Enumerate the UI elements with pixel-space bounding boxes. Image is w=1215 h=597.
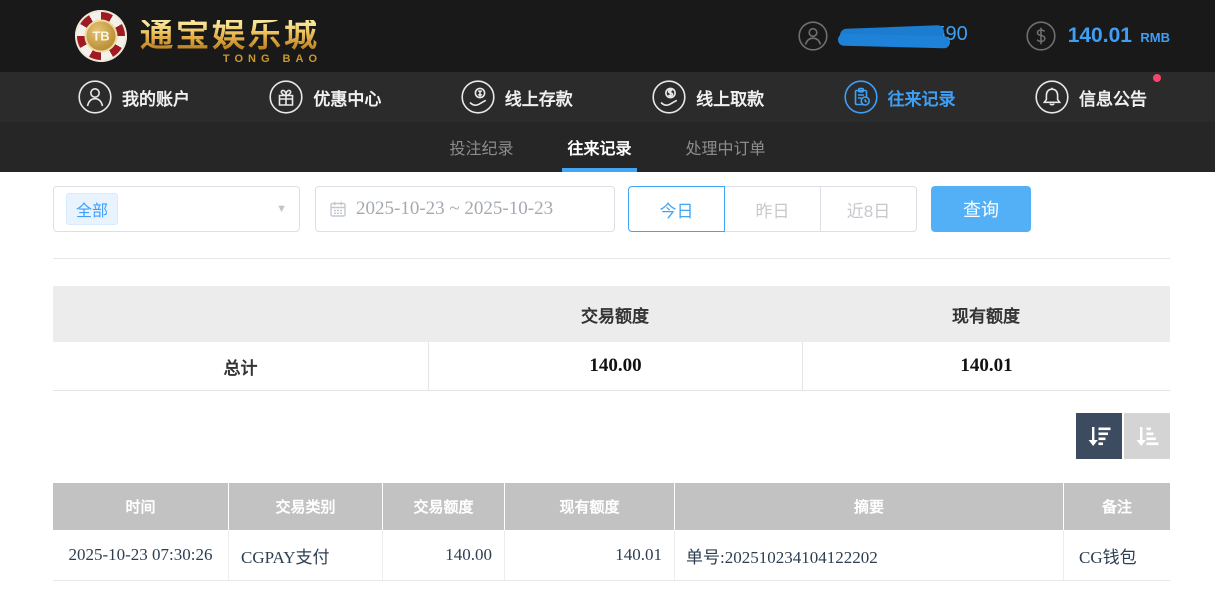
records-header-time: 时间: [53, 483, 228, 530]
nav-label: 信息公告: [1079, 85, 1147, 110]
nav-label: 线上取款: [696, 85, 764, 110]
topbar: TB 通宝娱乐城 TONG BAO 590 140.01 RMB: [0, 0, 1215, 72]
nav-item-promotions[interactable]: 优惠中心: [269, 80, 381, 114]
brand-logo: TB 通宝娱乐城 TONG BAO: [75, 10, 326, 62]
tab-label: 投注纪录: [449, 135, 513, 159]
sort-descending-button[interactable]: [1076, 413, 1122, 459]
search-button[interactable]: 查询: [931, 186, 1031, 232]
table-row: 2025-10-23 07:30:26 CGPAY支付 140.00 140.0…: [53, 530, 1170, 581]
records-header-current-amount: 现有额度: [504, 483, 674, 530]
records-header-transaction-amount: 交易额度: [382, 483, 504, 530]
summary-total-label: 总计: [53, 342, 428, 390]
summary-current-amount: 140.01: [802, 342, 1170, 390]
calendar-icon: [329, 200, 347, 218]
main-navigation: 我的账户 优惠中心 线上存款 线上取款: [0, 72, 1215, 122]
chip-monogram: TB: [85, 20, 118, 53]
summary-header-transaction-amount: 交易额度: [428, 286, 802, 342]
quick-range-label: 今日: [660, 197, 694, 222]
quick-range-label: 近8日: [847, 197, 890, 222]
type-select[interactable]: 全部 ▼: [53, 186, 300, 232]
tab-transaction-records[interactable]: 往来记录: [562, 122, 636, 172]
username-area: 590: [840, 20, 968, 52]
records-header-row: 时间 交易类别 交易额度 现有额度 摘要 备注: [53, 483, 1170, 530]
quick-range-group: 今日 昨日 近8日: [628, 186, 917, 232]
record-time: 2025-10-23 07:30:26: [53, 530, 228, 580]
gift-icon: [269, 80, 303, 114]
summary-header-row: 交易额度 现有额度: [53, 286, 1170, 342]
notification-dot: [1153, 74, 1161, 82]
records-header-remark: 备注: [1063, 483, 1170, 530]
balance-amount: 140.01: [1068, 24, 1132, 47]
quick-range-today-button[interactable]: 今日: [628, 186, 725, 232]
summary-transaction-amount: 140.00: [428, 342, 802, 390]
date-range-value: 2025-10-23 ~ 2025-10-23: [356, 198, 553, 220]
selected-type-tag: 全部: [66, 193, 118, 225]
poker-chip-logo-icon: TB: [75, 10, 127, 62]
section-divider: [53, 258, 1170, 259]
quick-range-last8days-button[interactable]: 近8日: [820, 186, 917, 232]
date-range-input[interactable]: 2025-10-23 ~ 2025-10-23: [315, 186, 615, 232]
dollar-coin-icon: [1026, 21, 1056, 51]
summary-header-empty: [53, 286, 428, 342]
nav-label: 我的账户: [122, 85, 190, 110]
record-current-amount: 140.01: [504, 530, 674, 580]
nav-item-my-account[interactable]: 我的账户: [78, 80, 190, 114]
balance-display: 140.01 RMB: [1068, 24, 1170, 48]
records-header-type: 交易类别: [228, 483, 382, 530]
deposit-hand-coin-icon: [461, 80, 495, 114]
sort-ascending-button[interactable]: [1124, 413, 1170, 459]
nav-item-online-withdraw[interactable]: 线上取款: [652, 80, 764, 114]
brand-title-wrap: 通宝娱乐城 TONG BAO: [140, 20, 326, 53]
records-header-summary: 摘要: [674, 483, 1063, 530]
nav-item-online-deposit[interactable]: 线上存款: [461, 80, 573, 114]
user-circle-icon: [78, 80, 112, 114]
chevron-down-icon: ▼: [276, 203, 287, 215]
record-type: CGPAY支付: [228, 530, 382, 580]
tab-pending-orders[interactable]: 处理中订单: [681, 122, 771, 172]
account-summary: 590 140.01 RMB: [798, 20, 1170, 52]
summary-total-row: 总计 140.00 140.01: [53, 342, 1170, 391]
nav-item-transaction-records[interactable]: 往来记录: [844, 80, 956, 114]
sort-controls: [53, 413, 1170, 459]
brand-title: 通宝娱乐城: [140, 20, 320, 53]
username-redaction-scribble: [838, 34, 950, 49]
nav-label: 优惠中心: [313, 85, 381, 110]
record-remark: CG钱包: [1063, 530, 1170, 580]
record-tabs: 投注纪录 往来记录 处理中订单: [0, 122, 1215, 172]
record-transaction-amount: 140.00: [382, 530, 504, 580]
withdraw-hand-coin-icon: [652, 80, 686, 114]
record-summary: 单号:202510234104122202: [674, 530, 1063, 580]
nav-label: 线上存款: [505, 85, 573, 110]
quick-range-yesterday-button[interactable]: 昨日: [724, 186, 821, 232]
clipboard-clock-icon: [844, 80, 878, 114]
filter-bar: 全部 ▼ 2025-10-23 ~ 2025-10-23 今日 昨日 近8日 查…: [53, 186, 1215, 232]
records-table: 时间 交易类别 交易额度 现有额度 摘要 备注 2025-10-23 07:30…: [53, 483, 1170, 581]
summary-header-current-amount: 现有额度: [802, 286, 1170, 342]
nav-label: 往来记录: [888, 85, 956, 110]
summary-table: 交易额度 现有额度 总计 140.00 140.01: [53, 286, 1170, 391]
bell-icon: [1035, 80, 1069, 114]
tab-label: 往来记录: [567, 135, 631, 159]
nav-item-announcements[interactable]: 信息公告: [1035, 80, 1147, 114]
tab-label: 处理中订单: [686, 135, 766, 159]
quick-range-label: 昨日: [756, 197, 790, 222]
balance-currency: RMB: [1140, 30, 1170, 45]
brand-subtitle: TONG BAO: [223, 53, 322, 65]
tab-betting-records[interactable]: 投注纪录: [444, 122, 518, 172]
user-avatar-icon: [798, 21, 828, 51]
sort-descending-icon: [1085, 422, 1113, 450]
sort-ascending-icon: [1133, 422, 1161, 450]
